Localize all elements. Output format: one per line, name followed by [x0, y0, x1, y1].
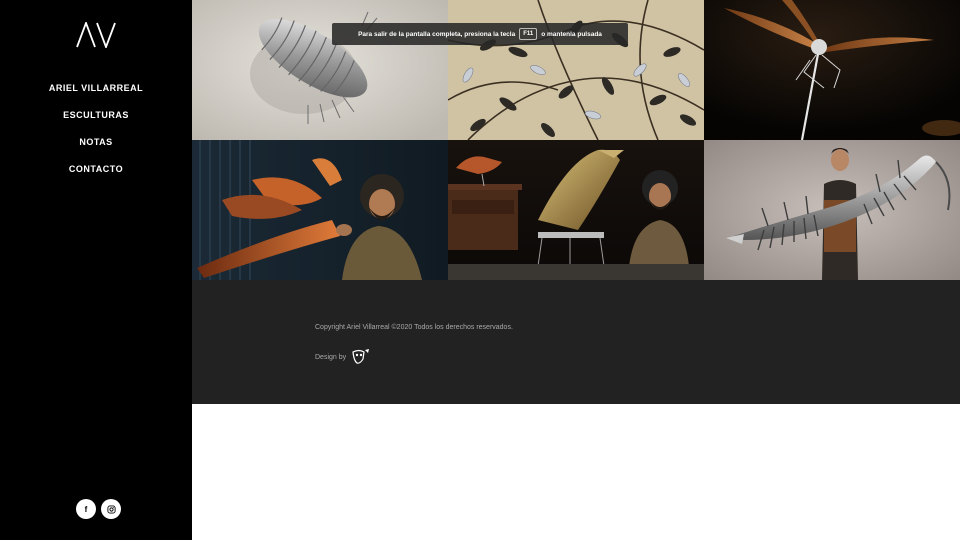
copyright-text: Copyright Ariel Villarreal ©2020 Todos l…: [315, 324, 513, 331]
gallery-tile-leaves[interactable]: [448, 0, 704, 140]
designer-logo-icon[interactable]: [351, 348, 371, 366]
gallery-tile-isopod[interactable]: [192, 0, 448, 140]
gallery-tile-dragonfly[interactable]: [704, 0, 960, 140]
gallery-tile-artist-bird[interactable]: [192, 140, 448, 280]
design-credit: Design by: [315, 348, 371, 366]
toast-text-before: Para salir de la pantalla completa, pres…: [358, 30, 516, 38]
artist-with-bird-sculpture-image: [192, 140, 448, 280]
av-monogram-icon: [76, 20, 116, 50]
fullscreen-exit-toast: Para salir de la pantalla completa, pres…: [332, 23, 628, 45]
nav-item-ariel-villarreal[interactable]: ARIEL VILLARREAL: [0, 82, 192, 109]
artist-with-piano-bird-sculpture-image: [448, 140, 704, 280]
facebook-button[interactable]: f: [76, 499, 96, 519]
nav-item-notas[interactable]: NOTAS: [0, 136, 192, 163]
metal-isopod-sculpture-image: [192, 0, 448, 140]
main-content: Copyright Ariel Villarreal ©2020 Todos l…: [192, 0, 960, 540]
gallery-tile-artist-piano[interactable]: [448, 140, 704, 280]
instagram-icon: [106, 504, 116, 514]
f11-key-badge: F11: [519, 28, 538, 40]
sidebar: ARIEL VILLARREAL ESCULTURAS NOTAS CONTAC…: [0, 0, 192, 540]
facebook-icon: f: [84, 504, 88, 514]
design-by-label: Design by: [315, 353, 347, 361]
av-logo[interactable]: [76, 20, 116, 50]
instagram-button[interactable]: [101, 499, 121, 519]
site-footer: Copyright Ariel Villarreal ©2020 Todos l…: [192, 280, 960, 404]
metal-dragonfly-sculpture-image: [704, 0, 960, 140]
nav-item-esculturas[interactable]: ESCULTURAS: [0, 109, 192, 136]
nav-item-contacto[interactable]: CONTACTO: [0, 163, 192, 190]
toast-text-after: o mantenla pulsada: [541, 30, 602, 38]
artist-with-centipede-sculpture-image: [704, 140, 960, 280]
main-nav: ARIEL VILLARREAL ESCULTURAS NOTAS CONTAC…: [0, 82, 192, 190]
gallery-tile-artist-centipede[interactable]: [704, 140, 960, 280]
metal-leaves-sculpture-image: [448, 0, 704, 140]
